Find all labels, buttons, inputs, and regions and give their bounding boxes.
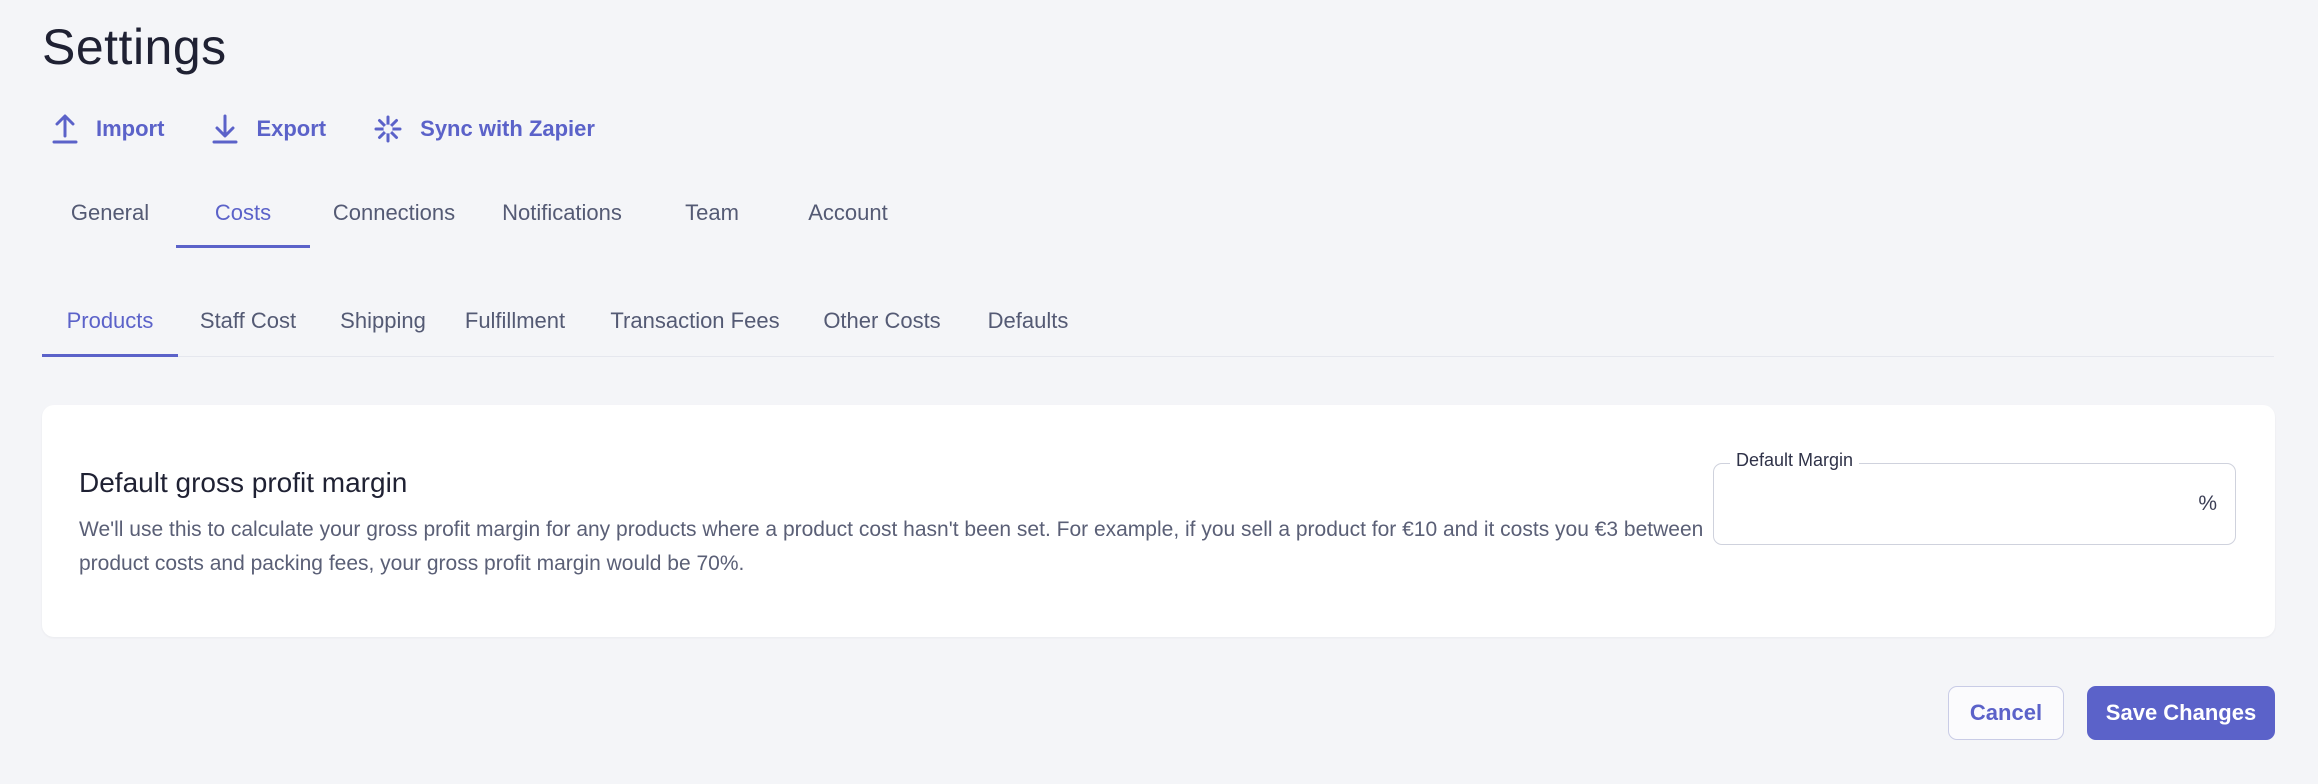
subtab-staff-cost[interactable]: Staff Cost — [178, 297, 318, 356]
tab-account[interactable]: Account — [778, 190, 918, 248]
import-label: Import — [96, 116, 165, 141]
subtab-products[interactable]: Products — [42, 297, 178, 357]
subtab-shipping[interactable]: Shipping — [318, 297, 448, 356]
page-title: Settings — [42, 19, 227, 75]
percent-suffix: % — [2198, 492, 2217, 515]
download-arrow-icon — [212, 114, 238, 144]
subtab-other-costs[interactable]: Other Costs — [808, 297, 956, 356]
save-changes-button[interactable]: Save Changes — [2087, 686, 2275, 740]
sync-zapier-button[interactable]: Sync with Zapier — [374, 115, 595, 143]
tab-notifications[interactable]: Notifications — [478, 190, 646, 248]
export-label: Export — [256, 116, 327, 141]
tab-general[interactable]: General — [44, 190, 176, 248]
export-button[interactable]: Export — [212, 114, 326, 144]
settings-tabs: General Costs Connections Notifications … — [44, 190, 918, 248]
subtab-fulfillment[interactable]: Fulfillment — [448, 297, 582, 356]
default-margin-input[interactable] — [1732, 482, 2186, 526]
costs-subtabs: Products Staff Cost Shipping Fulfillment… — [42, 297, 2274, 357]
action-bar: Import Export Sync with Zapier — [52, 114, 643, 144]
tab-connections[interactable]: Connections — [310, 190, 478, 248]
subtab-defaults[interactable]: Defaults — [956, 297, 1100, 356]
default-margin-label: Default Margin — [1730, 450, 1860, 471]
subtab-transaction-fees[interactable]: Transaction Fees — [582, 297, 808, 356]
sync-zapier-label: Sync with Zapier — [420, 116, 595, 141]
card-description: We'll use this to calculate your gross p… — [79, 518, 1704, 575]
upload-arrow-icon — [52, 114, 78, 144]
tab-team[interactable]: Team — [646, 190, 778, 248]
default-margin-field: Default Margin % — [1713, 450, 2236, 545]
cancel-button[interactable]: Cancel — [1948, 686, 2064, 740]
import-button[interactable]: Import — [52, 114, 164, 144]
tab-costs[interactable]: Costs — [176, 190, 310, 248]
default-margin-card: Default gross profit margin We'll use th… — [42, 405, 2275, 637]
card-title: Default gross profit margin — [79, 467, 408, 498]
zapier-asterisk-icon — [374, 115, 402, 143]
